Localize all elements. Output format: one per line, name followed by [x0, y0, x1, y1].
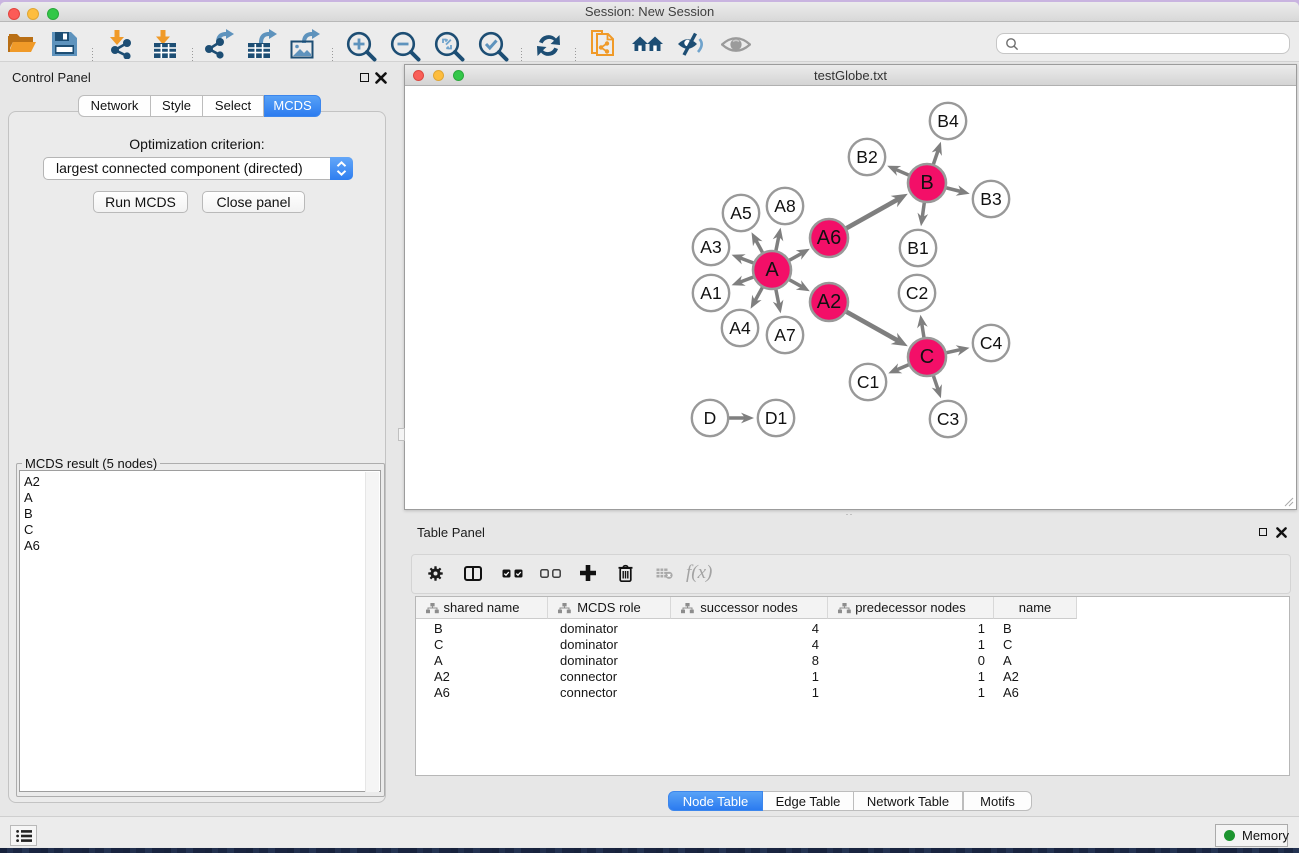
svg-text:B3: B3: [980, 189, 1001, 209]
svg-text:A1: A1: [700, 283, 721, 303]
svg-text:C2: C2: [906, 283, 928, 303]
svg-text:A8: A8: [774, 196, 795, 216]
svg-text:D: D: [704, 408, 717, 428]
svg-text:B1: B1: [907, 238, 928, 258]
svg-text:D1: D1: [765, 408, 787, 428]
svg-text:A: A: [765, 259, 779, 281]
svg-text:A7: A7: [774, 325, 795, 345]
svg-text:A4: A4: [729, 318, 751, 338]
svg-text:B4: B4: [937, 111, 959, 131]
svg-text:C3: C3: [937, 409, 959, 429]
svg-text:A5: A5: [730, 203, 751, 223]
svg-text:C4: C4: [980, 333, 1003, 353]
svg-text:A3: A3: [700, 237, 721, 257]
svg-text:C1: C1: [857, 372, 879, 392]
svg-text:A2: A2: [817, 291, 841, 313]
svg-text:B2: B2: [856, 147, 877, 167]
svg-text:B: B: [920, 172, 933, 194]
svg-text:C: C: [920, 346, 934, 368]
svg-text:A6: A6: [817, 227, 841, 249]
